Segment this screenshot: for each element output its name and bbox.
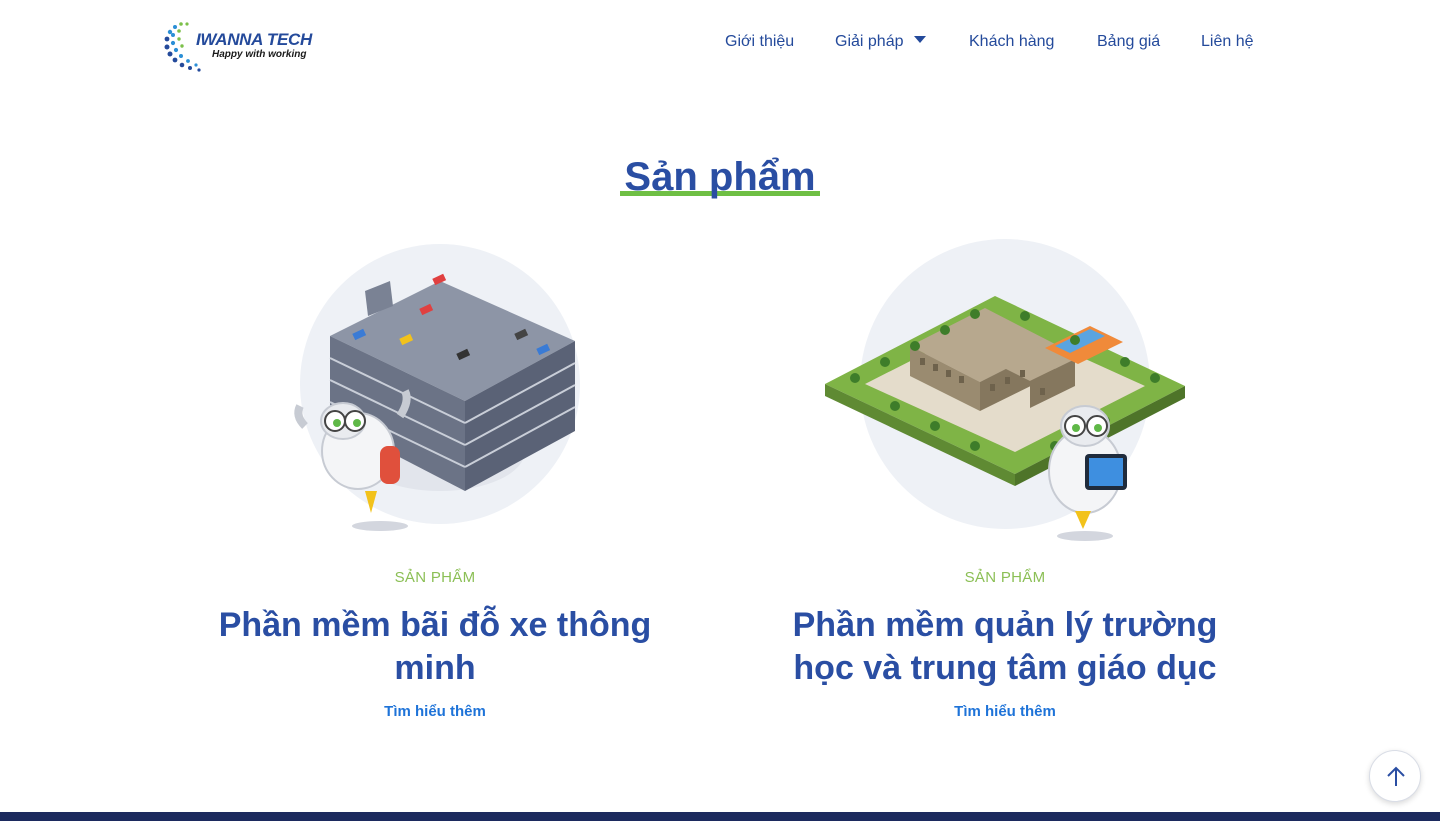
nav-item-khach-hang[interactable]: Khách hàng xyxy=(969,31,1054,53)
section-title-wrap: Sản phẩm xyxy=(620,152,820,202)
school-campus-illustration[interactable] xyxy=(745,236,1265,546)
card-title: Phần mềm quản lý trường học và trung tâm… xyxy=(792,606,1218,687)
card-eyebrow: SẢN PHẨM xyxy=(964,569,1046,586)
school-campus-robot-icon xyxy=(825,239,1185,541)
nav-item-label: Giải pháp xyxy=(835,33,904,50)
products-section-header: Sản phẩm xyxy=(0,152,1440,202)
nav-item-lien-he[interactable]: Liên hệ xyxy=(1201,31,1254,53)
product-card-parking: SẢN PHẨM Phần mềm bãi đỗ xe thông minh T… xyxy=(175,236,695,722)
nav-item-label: Bảng giá xyxy=(1097,33,1161,50)
arrow-up-icon xyxy=(1387,766,1405,786)
card-title: Phần mềm bãi đỗ xe thông minh xyxy=(218,606,652,687)
site-header: IWANNA TECH Happy with working Giới thiệ… xyxy=(0,0,1440,86)
nav-item-label: Giới thiệu xyxy=(725,33,795,50)
main-nav: Giới thiệu Giải pháp Khách hàng Bảng giá… xyxy=(0,31,1440,55)
footer-bar xyxy=(0,812,1440,821)
page: IWANNA TECH Happy with working Giới thiệ… xyxy=(0,0,1440,821)
nav-item-giai-phap[interactable]: Giải pháp xyxy=(835,31,926,53)
nav-item-label: Liên hệ xyxy=(1201,33,1254,50)
section-title: Sản phẩm xyxy=(624,155,816,199)
nav-item-label: Khách hàng xyxy=(969,33,1055,50)
caret-down-icon xyxy=(913,36,926,43)
parking-garage-illustration[interactable] xyxy=(175,236,695,546)
nav-item-gioi-thieu[interactable]: Giới thiệu xyxy=(725,31,794,53)
scroll-to-top-button[interactable] xyxy=(1369,750,1421,802)
learn-more-link[interactable]: Tìm hiểu thêm xyxy=(954,702,1056,722)
nav-item-bang-gia[interactable]: Bảng giá xyxy=(1097,31,1160,53)
product-card-school: SẢN PHẨM Phần mềm quản lý trường học và … xyxy=(745,236,1265,722)
card-eyebrow: SẢN PHẨM xyxy=(394,569,476,586)
learn-more-link[interactable]: Tìm hiểu thêm xyxy=(384,702,486,722)
parking-garage-robot-icon xyxy=(294,244,580,531)
